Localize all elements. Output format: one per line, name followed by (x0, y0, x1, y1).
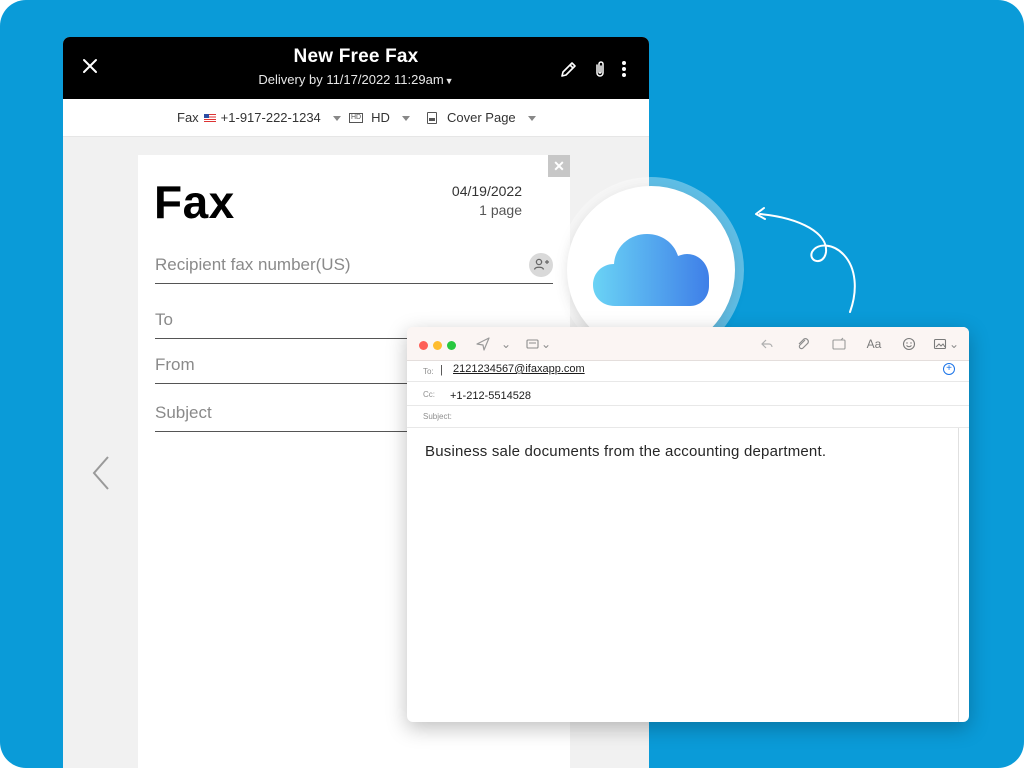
cover-page-label: Cover Page (447, 110, 516, 125)
to-row[interactable]: To: | 2121234567@ifaxapp.com + (407, 361, 969, 382)
add-recipient-icon[interactable]: + (943, 363, 955, 375)
to-field[interactable]: To (155, 310, 415, 339)
cover-sheet-date: 04/19/2022 (451, 183, 522, 199)
photo-browser-icon[interactable] (933, 336, 949, 352)
chevron-down-icon: ▼ (444, 76, 454, 86)
subject-row[interactable]: Subject: (407, 407, 969, 428)
close-window-button[interactable] (419, 341, 428, 350)
mail-toolbar: ⌄ ⌄ Aa ⌄ (407, 327, 969, 361)
chevron-down-icon[interactable]: ⌄ (541, 336, 551, 352)
fax-number-selector[interactable]: Fax +1-917-222-1234 (177, 110, 341, 125)
delivery-time-text: Delivery by 11/17/2022 11:29am (258, 72, 444, 87)
to-label: To: (423, 367, 434, 376)
subject-field[interactable]: Subject (155, 403, 415, 432)
chevron-down-icon[interactable]: ⌄ (949, 336, 959, 352)
format-text-icon[interactable]: Aa (864, 336, 884, 352)
recipient-fax-placeholder: Recipient fax number(US) (155, 255, 351, 274)
message-body[interactable]: Business sale documents from the account… (425, 443, 826, 460)
fax-label: Fax (177, 110, 199, 125)
fax-number: +1-917-222-1234 (220, 110, 321, 125)
cc-row[interactable]: Cc: +1-212-5514528 (407, 383, 969, 406)
to-recipient[interactable]: 2121234567@ifaxapp.com (453, 363, 585, 375)
chevron-left-icon[interactable] (91, 455, 111, 491)
reply-icon[interactable] (759, 336, 775, 352)
cover-sheet-title: Fax (154, 176, 235, 228)
cover-page-selector[interactable]: Cover Page (427, 110, 536, 125)
recipient-fax-field[interactable]: Recipient fax number(US) (155, 253, 553, 284)
caret-down-icon (527, 116, 536, 121)
pencil-icon[interactable] (559, 59, 581, 81)
scrollbar[interactable] (958, 428, 959, 722)
subject-label: Subject: (423, 412, 452, 421)
quality-selector[interactable]: HD HD (349, 110, 410, 125)
close-icon[interactable]: ✕ (548, 155, 570, 177)
emoji-icon[interactable] (901, 336, 917, 352)
more-vertical-icon[interactable] (616, 59, 638, 81)
send-icon[interactable] (475, 336, 491, 352)
chevron-down-icon[interactable]: ⌄ (501, 336, 511, 352)
page-count: 1 page (479, 202, 522, 218)
cc-label: Cc: (423, 390, 435, 399)
to-placeholder: To (155, 310, 173, 329)
background-panel: New Free Fax Delivery by 11/17/2022 11:2… (0, 0, 1024, 768)
paperclip-icon[interactable] (590, 59, 612, 81)
fax-header: New Free Fax Delivery by 11/17/2022 11:2… (63, 37, 649, 99)
add-contact-icon[interactable] (529, 253, 553, 277)
markup-icon[interactable] (831, 336, 847, 352)
text-cursor: | (440, 364, 443, 376)
from-placeholder: From (155, 355, 195, 374)
header-fields-icon[interactable] (525, 336, 541, 352)
mail-compose-window: ⌄ ⌄ Aa ⌄ To: | 2121234567@ifaxapp.com + … (407, 327, 969, 722)
minimize-window-button[interactable] (433, 341, 442, 350)
document-icon (427, 111, 437, 124)
hd-icon: HD (349, 112, 364, 123)
curved-arrow-icon (755, 207, 856, 313)
fax-toolbar: Fax +1-917-222-1234 HD HD Cover Page (63, 99, 649, 137)
subject-placeholder: Subject (155, 403, 212, 422)
cc-recipient[interactable]: +1-212-5514528 (450, 390, 531, 402)
quality-label: HD (371, 110, 390, 125)
caret-down-icon (401, 116, 410, 121)
from-field[interactable]: From (155, 355, 415, 384)
us-flag-icon (203, 113, 216, 122)
attachment-icon[interactable] (795, 336, 811, 352)
zoom-window-button[interactable] (447, 341, 456, 350)
caret-down-icon (332, 116, 341, 121)
